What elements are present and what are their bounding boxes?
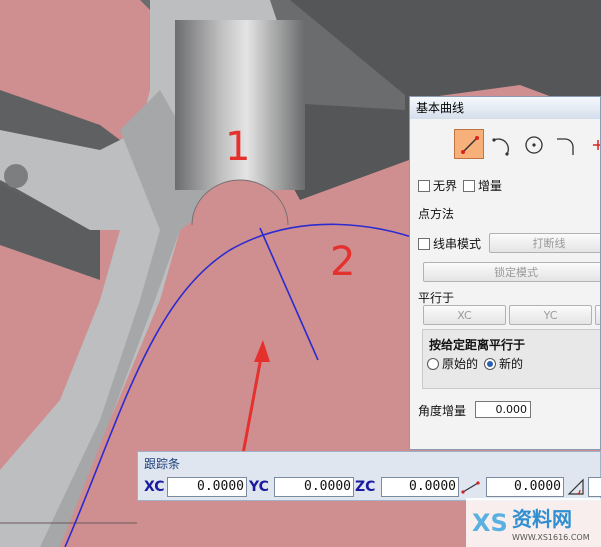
angle-icon bbox=[567, 478, 584, 495]
original-label: 原始的 bbox=[442, 357, 479, 371]
dialog-title[interactable]: 基本曲线 bbox=[410, 97, 600, 120]
new-radio[interactable] bbox=[484, 357, 497, 370]
parallel-distance-group: 按给定距离平行于 原始的 新的 bbox=[422, 329, 600, 389]
tracking-bar: 跟踪条 XC 0.0000 YC 0.0000 ZC 0.0000 0.0000 bbox=[137, 451, 601, 501]
hole bbox=[4, 164, 28, 188]
watermark-url: WWW.XS1616.COM bbox=[512, 533, 590, 542]
fillet-icon bbox=[557, 138, 574, 155]
parallel-to-label: 平行于 bbox=[418, 291, 455, 305]
parallel-xc-button[interactable]: XC bbox=[423, 305, 506, 325]
line-tool-button[interactable] bbox=[454, 129, 484, 159]
arc-tool-button[interactable] bbox=[486, 129, 516, 159]
more-tool-button[interactable] bbox=[582, 129, 600, 159]
original-radio[interactable] bbox=[427, 357, 439, 370]
dialog-body: 无界 增量 点方法 线串模式 打断线 锁定模式 平行于 XC YC 按给定距离平… bbox=[410, 119, 600, 449]
curve-type-toolbar bbox=[446, 129, 600, 161]
break-string-button[interactable]: 打断线 bbox=[489, 233, 600, 253]
angle-increment-input[interactable]: 0.000 bbox=[475, 401, 531, 418]
angle-field[interactable] bbox=[588, 477, 601, 497]
parallel-distance-title: 按给定距离平行于 bbox=[429, 338, 526, 352]
yc-label: YC bbox=[249, 479, 269, 495]
tracking-bar-title: 跟踪条 bbox=[144, 457, 181, 471]
xc-label: XC bbox=[144, 479, 165, 495]
lock-mode-button[interactable]: 锁定模式 bbox=[423, 262, 600, 282]
annotation-label-2: 2 bbox=[330, 239, 355, 285]
increment-checkbox[interactable] bbox=[463, 179, 476, 192]
new-label: 新的 bbox=[499, 357, 524, 371]
xc-field[interactable]: 0.0000 bbox=[167, 477, 247, 497]
angle-increment-label: 角度增量 bbox=[418, 404, 467, 418]
plus-icon bbox=[593, 140, 600, 150]
point-method-label: 点方法 bbox=[418, 207, 455, 221]
length-field[interactable]: 0.0000 bbox=[486, 477, 564, 497]
circle-icon bbox=[525, 136, 543, 154]
parallel-zc-button[interactable] bbox=[595, 305, 600, 325]
annotation-label-1: 1 bbox=[225, 124, 250, 170]
length-icon bbox=[461, 481, 480, 494]
watermark-logo: XS 资料网 WWW.XS1616.COM bbox=[466, 498, 601, 547]
basic-curve-dialog: 基本曲线 无界 增量 点方法 线串模式 打断线 锁定模式 平行于 XC YC 按… bbox=[409, 96, 601, 450]
string-mode-label: 线串模式 bbox=[433, 237, 482, 251]
watermark-logo-mark: XS bbox=[472, 509, 508, 537]
infinite-option[interactable]: 无界 增量 bbox=[418, 177, 502, 194]
parallel-yc-button[interactable]: YC bbox=[509, 305, 592, 325]
infinite-checkbox[interactable] bbox=[418, 179, 430, 192]
original-option[interactable]: 原始的 新的 bbox=[427, 355, 523, 372]
string-mode-option[interactable]: 线串模式 bbox=[418, 235, 481, 252]
line-icon bbox=[461, 136, 479, 154]
infinite-label: 无界 bbox=[433, 179, 458, 193]
zc-field[interactable]: 0.0000 bbox=[381, 477, 459, 497]
yc-field[interactable]: 0.0000 bbox=[274, 477, 354, 497]
arc-icon bbox=[492, 138, 509, 156]
increment-label: 增量 bbox=[478, 179, 503, 193]
watermark-name: 资料网 bbox=[512, 507, 572, 531]
string-mode-checkbox[interactable] bbox=[418, 237, 430, 250]
circle-tool-button[interactable] bbox=[518, 129, 548, 159]
fillet-tool-button[interactable] bbox=[550, 129, 580, 159]
zc-label: ZC bbox=[355, 479, 376, 495]
